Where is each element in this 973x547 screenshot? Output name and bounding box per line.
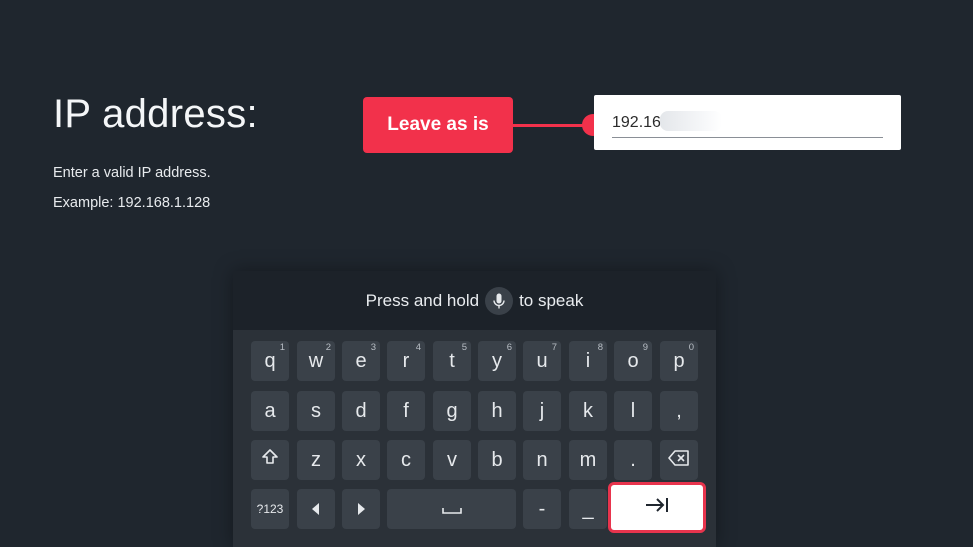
key-label: . [630,448,636,471]
space-key[interactable] [387,489,516,529]
voice-hint-suffix: to speak [519,290,584,310]
key-e[interactable]: e3 [342,341,380,381]
key-label: z [311,448,321,471]
key-label: x [356,448,366,471]
ip-field-underline [612,137,883,138]
key-t[interactable]: t5 [433,341,471,381]
backspace-key[interactable] [660,440,698,480]
key-i[interactable]: i8 [569,341,607,381]
ip-address-field[interactable]: 192.16 [594,95,901,150]
voice-hint-prefix: Press and hold [365,290,480,310]
key-s[interactable]: s [297,391,335,431]
callout-connector-line [512,124,590,127]
key-y[interactable]: y6 [478,341,516,381]
key-z[interactable]: z [297,440,335,480]
key-o[interactable]: o9 [614,341,652,381]
key-label: m [579,448,597,471]
key-label: o [627,349,639,372]
key-m[interactable]: m [569,440,607,480]
key-label: c [401,448,411,471]
key-label: h [491,399,503,422]
key-label: s [311,399,321,422]
key-h[interactable]: h [478,391,516,431]
key-label: a [264,399,276,422]
voice-hint-bar: Press and hold to speak [233,271,716,330]
shift-icon [261,448,279,472]
key-u[interactable]: u7 [523,341,561,381]
key-label: v [447,448,457,471]
key-v[interactable]: v [433,440,471,480]
key-p[interactable]: p0 [660,341,698,381]
key-label: n [536,448,548,471]
key-label: q [264,349,276,372]
page-title: IP address: [53,92,258,136]
underscore-key[interactable]: _ [569,489,607,529]
key-a[interactable]: a [251,391,289,431]
key-c[interactable]: c [387,440,425,480]
ip-address-value: 192.16 [612,114,661,131]
space-icon [441,498,462,521]
key-b[interactable]: b [478,440,516,480]
key-hint: 1 [279,342,285,353]
instruction-text: Enter a valid IP address. [53,165,211,181]
key-j[interactable]: j [523,391,561,431]
key-label: w [308,349,324,372]
key-g[interactable]: g [433,391,471,431]
key-w[interactable]: w2 [297,341,335,381]
key-hint: 6 [506,342,512,353]
cursor-right-key[interactable] [342,489,380,529]
callout-label: Leave as is [363,97,513,153]
key-f[interactable]: f [387,391,425,431]
key-label: f [403,399,409,422]
dash-key[interactable]: - [523,489,561,529]
key-hint: 4 [415,342,421,353]
arrow-right-icon [357,498,365,521]
key-d[interactable]: d [342,391,380,431]
key-label: _ [582,497,594,520]
key-label: r [402,349,410,372]
key-comma[interactable]: , [660,391,698,431]
key-l[interactable]: l [614,391,652,431]
key-label: k [583,399,593,422]
key-label: - [538,497,546,520]
key-n[interactable]: n [523,440,561,480]
key-hint: 2 [325,342,331,353]
key-hint: 7 [551,342,557,353]
key-label: ?123 [256,502,284,516]
key-q[interactable]: q1 [251,341,289,381]
key-hint: 9 [642,342,648,353]
key-label: j [539,399,545,422]
symbols-key[interactable]: ?123 [251,489,289,529]
key-label: b [491,448,503,471]
microphone-icon[interactable] [485,286,514,315]
key-k[interactable]: k [569,391,607,431]
key-label: t [449,349,455,372]
shift-key[interactable] [251,440,289,480]
on-screen-keyboard: Press and hold to speak q1 w2 e3 r4 t5 y… [233,271,716,547]
redacted-region [660,111,722,131]
key-hint: 0 [688,342,694,353]
example-text: Example: 192.168.1.128 [53,195,211,211]
key-label: g [446,399,458,422]
tab-next-icon [645,498,669,517]
key-x[interactable]: x [342,440,380,480]
key-label: u [536,349,548,372]
cursor-left-key[interactable] [297,489,335,529]
key-hint: 8 [597,342,603,353]
key-label: p [673,349,685,372]
next-key[interactable] [608,482,706,533]
key-label: , [676,399,682,422]
key-period[interactable]: . [614,440,652,480]
key-label: e [355,349,367,372]
key-label: d [355,399,367,422]
key-hint: 3 [370,342,376,353]
key-r[interactable]: r4 [387,341,425,381]
key-label: l [630,399,636,422]
key-hint: 5 [461,342,467,353]
key-label: y [492,349,502,372]
key-label: i [585,349,591,372]
backspace-icon [668,449,690,472]
screen: IP address: Enter a valid IP address. Ex… [0,0,973,547]
arrow-left-icon [312,498,320,521]
